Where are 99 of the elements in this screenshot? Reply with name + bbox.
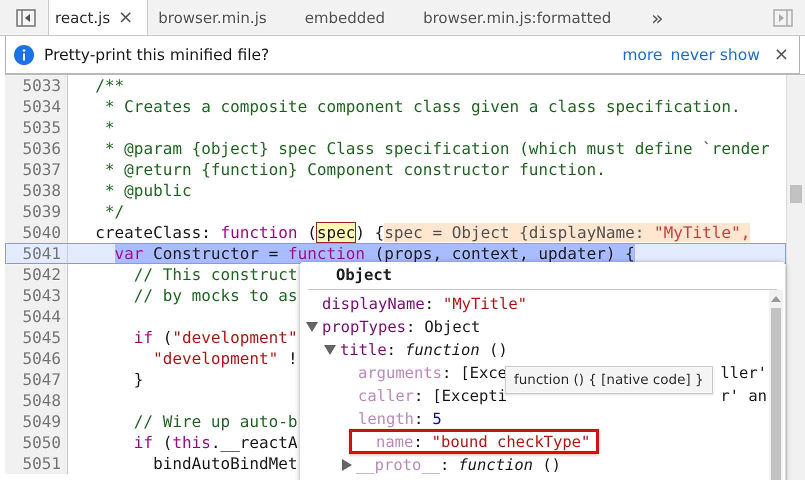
code-keyword: function [288, 244, 365, 263]
line-number: 5040 [5, 222, 68, 243]
property-value: function () [458, 456, 561, 474]
close-tab-button[interactable]: × [118, 7, 134, 28]
code-text: bindAutoBindMet [153, 454, 298, 473]
colon: : [442, 364, 452, 382]
line-number: 5036 [5, 138, 68, 159]
code-text: (props, context, updater) { [374, 244, 635, 263]
code-text: ( [307, 223, 317, 242]
property-value: 5 [432, 410, 442, 428]
scroll-up-arrow-icon[interactable] [771, 296, 781, 302]
code-text: } [134, 370, 144, 389]
code-comment: * @return {function} Component constructor function. [104, 160, 606, 179]
infobar-link[interactable]: never show [670, 46, 760, 64]
file-tab[interactable]: browser.min.js:formatted [417, 0, 626, 35]
infobar-message: Pretty-print this minified file? [44, 46, 270, 64]
line-number: 5050 [5, 432, 68, 453]
code-comment: * @param {object} spec Class specification (which must define `render [104, 139, 770, 158]
popover-title: Object [308, 262, 777, 290]
colon: : [440, 456, 450, 474]
disclosure-triangle-icon[interactable] [342, 458, 352, 470]
line-number: 5037 [5, 159, 68, 180]
line-number: 5035 [5, 117, 68, 138]
info-icon [14, 44, 34, 64]
property-value: [Excepti [432, 386, 507, 404]
line-number: 5039 [5, 201, 68, 222]
scrollbar-thumb[interactable] [790, 185, 802, 203]
file-tab[interactable]: react.js × [48, 0, 148, 35]
code-string: "development" [172, 328, 298, 347]
line-number: 5044 [5, 306, 68, 327]
property-value: function () [405, 340, 508, 358]
line-number: 5043 [5, 285, 68, 306]
line-number: 5048 [5, 390, 68, 411]
disclosure-triangle-icon[interactable] [324, 344, 336, 354]
code-comment: * Creates a composite component class given a class specification. [104, 97, 741, 116]
sidebar-toggle-icon[interactable] [16, 8, 36, 26]
code-comment: /** [95, 76, 124, 95]
code-text: ! [288, 349, 298, 368]
infobar-link[interactable]: more [622, 46, 662, 64]
code-comment: * @public [104, 181, 192, 200]
code-comment: // This construct [134, 265, 298, 284]
line-number: 5042 [5, 264, 68, 285]
line-number: 5033 [5, 75, 68, 96]
colon: : [413, 432, 423, 450]
property-value: "bound checkType" [432, 432, 590, 450]
code-text: Constructor = [153, 244, 280, 263]
property-value: "MyTitle" [443, 294, 527, 312]
code-comment: * [104, 118, 115, 137]
property-key: length [358, 410, 414, 428]
disclosure-triangle-icon[interactable] [306, 322, 318, 332]
file-tab[interactable]: browser.min.js [152, 0, 281, 35]
property-key: name [376, 432, 414, 450]
hovered-token: spec [316, 223, 356, 242]
inline-value-hint: "MyTitle", [654, 223, 750, 242]
code-text: createClass: [95, 223, 211, 242]
scrollbar-track[interactable] [769, 290, 783, 480]
file-tab[interactable]: embedded [298, 0, 400, 35]
colon: : [414, 386, 424, 404]
close-button[interactable]: × [774, 44, 789, 65]
panel-toggle-icon[interactable] [773, 8, 793, 26]
property-value: Object [424, 318, 480, 336]
inline-value-hint: spec = Object {displayName: [384, 223, 654, 242]
scrollbar-thumb[interactable] [771, 308, 781, 480]
more-tabs-button[interactable]: » [651, 6, 664, 30]
line-number: 5034 [5, 96, 68, 117]
code-text: ) { [355, 223, 384, 242]
code-string: "development" [153, 349, 278, 368]
code-text: .__reactA [210, 433, 298, 452]
line-number: 5038 [5, 180, 68, 201]
line-number: 5049 [5, 411, 68, 432]
scrollbar-track[interactable] [786, 75, 805, 480]
property-value: [Exce [460, 364, 508, 382]
property-value: r' an [720, 386, 768, 404]
code-text: ( [162, 433, 172, 452]
property-key: title [340, 340, 387, 358]
code-keyword: if [134, 433, 154, 452]
code-comment: // by mocks to as [134, 286, 298, 305]
colon: : [386, 340, 396, 358]
line-number: 5047 [5, 369, 68, 390]
code-keyword: this [172, 433, 211, 452]
property-key: caller [358, 386, 414, 404]
property-key: __proto__ [356, 456, 440, 474]
code-comment: // Wire up auto-b [134, 412, 298, 431]
property-key: displayName [322, 294, 425, 312]
code-text: ( [162, 328, 172, 347]
code-keyword: var [114, 244, 144, 263]
code-comment: */ [104, 202, 124, 221]
code-keyword: if [134, 328, 154, 347]
tooltip: function () { [native code] } [505, 366, 713, 394]
code-keyword: function [220, 223, 298, 242]
property-key: arguments [358, 364, 442, 382]
colon: : [406, 318, 416, 336]
colon: : [414, 410, 424, 428]
line-number: 5046 [5, 348, 68, 369]
property-value: ller' [720, 364, 768, 382]
property-key: propTypes [322, 318, 406, 336]
line-number: 5051 [5, 453, 68, 474]
line-number: 5045 [5, 327, 68, 348]
colon: : [424, 294, 434, 312]
